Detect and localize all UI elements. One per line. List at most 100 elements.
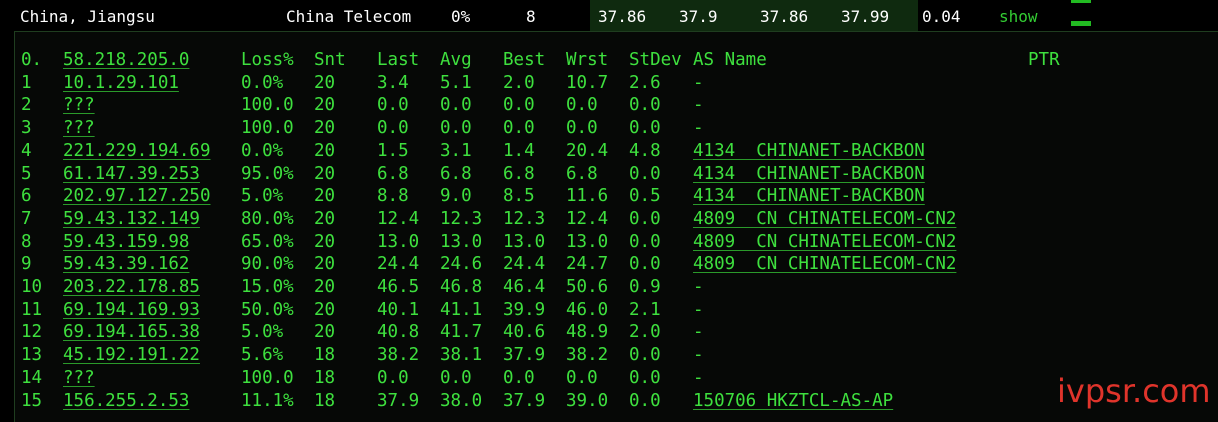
host-ip-link[interactable]: 202.97.127.250 <box>63 185 211 207</box>
header-source-ip[interactable]: 58.218.205.0 <box>63 49 189 71</box>
best-cell: 37.9 <box>503 390 546 411</box>
last-cell: 13.0 <box>377 231 420 252</box>
best-cell: 0.0 <box>503 95 535 116</box>
summary-row: China, Jiangsu China Telecom 0% 8 37.86 … <box>0 0 1218 32</box>
host-ip-link[interactable]: ??? <box>63 94 95 116</box>
last-cell: 24.4 <box>377 254 420 275</box>
header-loss: Loss% <box>241 50 294 70</box>
table-row: 12 69.194.165.38 5.0% 20 40.8 41.7 40.6 48.9 2.0… <box>15 321 1218 343</box>
hop-number: 14 <box>21 367 43 388</box>
avg-cell: 46.8 <box>440 277 483 297</box>
wrst-cell: 11.6 <box>566 186 609 207</box>
summary-isp: China Telecom <box>286 7 412 26</box>
stdev-cell: 2.1 <box>629 299 661 320</box>
as-name-link[interactable]: 4809 CN CHINATELECOM-CN2 <box>693 253 956 275</box>
best-cell: 6.8 <box>503 163 535 184</box>
show-link[interactable]: show <box>999 0 1038 32</box>
wrst-cell: 48.9 <box>566 322 609 343</box>
host-ip-link[interactable]: 10.1.29.101 <box>63 72 179 94</box>
as-name-link[interactable]: 4809 CN CHINATELECOM-CN2 <box>693 231 956 253</box>
host-ip-link[interactable]: ??? <box>63 367 95 389</box>
host-ip-link[interactable]: 59.43.132.149 <box>63 208 200 230</box>
stdev-cell: 0.0 <box>629 163 661 184</box>
as-name-link[interactable]: 4134 CHINANET-BACKBON <box>693 140 925 162</box>
header-hop: 0. <box>21 50 43 70</box>
host-ip-link[interactable]: 69.194.169.93 <box>63 299 200 321</box>
header-snt: Snt <box>314 50 346 70</box>
summary-location: China, Jiangsu <box>20 7 155 26</box>
wrst-cell: 12.4 <box>566 208 609 229</box>
avg-cell: 41.1 <box>440 299 483 320</box>
stdev-cell: 0.0 <box>629 208 661 229</box>
hop-number: 7 <box>21 208 32 229</box>
stdev-cell: 0.0 <box>629 118 661 139</box>
avg-cell: 3.1 <box>440 140 472 161</box>
best-cell: 13.0 <box>503 231 546 252</box>
hop-number: 6 <box>21 186 32 207</box>
host-ip-link[interactable]: 61.147.39.253 <box>63 163 200 185</box>
table-row: 6 202.97.127.250 5.0% 20 8.8 9.0 8.5 11.6 0.5 413… <box>15 185 1218 207</box>
snt-cell: 20 <box>314 118 336 139</box>
host-ip-link[interactable]: 69.194.165.38 <box>63 321 200 343</box>
hop-number: 2 <box>21 95 32 116</box>
loss-cell: 5.0% <box>241 322 284 343</box>
table-row: 11 69.194.169.93 50.0% 20 40.1 41.1 39.9 46.0 2.… <box>15 299 1218 321</box>
stdev-cell: 2.6 <box>629 72 661 93</box>
snt-cell: 20 <box>314 322 336 343</box>
best-cell: 0.0 <box>503 367 535 388</box>
as-name-link[interactable]: 150706 HKZTCL-AS-AP <box>693 390 893 412</box>
loss-cell: 100.0 <box>241 118 294 139</box>
hop-number: 1 <box>21 72 32 93</box>
host-ip-link[interactable]: 203.22.178.85 <box>63 276 200 298</box>
last-cell: 1.5 <box>377 140 409 161</box>
header-best: Best <box>503 50 546 70</box>
stdev-cell: 0.0 <box>629 254 661 275</box>
host-ip-link[interactable]: 221.229.194.69 <box>63 140 211 162</box>
header-stdev: StDev <box>629 50 682 70</box>
table-header-row: 0. 58.218.205.0 Loss% Snt Last Avg Best … <box>15 49 1218 71</box>
wrst-cell: 0.0 <box>566 118 598 139</box>
avg-cell: 41.7 <box>440 322 483 343</box>
host-ip-link[interactable]: ??? <box>63 117 95 139</box>
avg-cell: 9.0 <box>440 186 472 207</box>
wrst-cell: 0.0 <box>566 95 598 116</box>
snt-cell: 20 <box>314 254 336 275</box>
hop-number: 13 <box>21 345 43 366</box>
avg-cell: 0.0 <box>440 118 472 139</box>
table-row: 15 156.255.2.53 11.1% 18 37.9 38.0 37.9 39.0 0.0… <box>15 390 1218 412</box>
as-name-link[interactable]: 4809 CN CHINATELECOM-CN2 <box>693 208 956 230</box>
stdev-cell: 0.0 <box>629 390 661 411</box>
summary-loss: 0% <box>451 7 471 26</box>
stdev-cell: 0.9 <box>629 277 661 297</box>
snt-cell: 20 <box>314 277 336 297</box>
snt-cell: 20 <box>314 299 336 320</box>
avg-cell: 0.0 <box>440 367 472 388</box>
table-row: 3??? 100.0 20 0.0 0.0 0.0 0.0 0.0 - <box>15 117 1218 139</box>
as-name-link: - <box>693 345 704 366</box>
host-ip-link[interactable]: 59.43.159.98 <box>63 231 189 253</box>
best-cell: 24.4 <box>503 254 546 275</box>
table-row: 9 59.43.39.162 90.0% 20 24.4 24.6 24.4 24.7 0.0 4… <box>15 253 1218 275</box>
host-ip-link[interactable]: 59.43.39.162 <box>63 253 189 275</box>
as-name-link: - <box>693 367 704 388</box>
wrst-cell: 13.0 <box>566 231 609 252</box>
avg-cell: 5.1 <box>440 72 472 93</box>
snt-cell: 20 <box>314 208 336 229</box>
snt-cell: 20 <box>314 231 336 252</box>
best-cell: 1.4 <box>503 140 535 161</box>
as-name-link[interactable]: 4134 CHINANET-BACKBON <box>693 185 925 207</box>
table-row: 14??? 100.0 18 0.0 0.0 0.0 0.0 0.0 - <box>15 367 1218 389</box>
watermark-logo: ivpsr.com <box>1057 372 1211 410</box>
last-cell: 0.0 <box>377 367 409 388</box>
as-name-link[interactable]: 4134 CHINANET-BACKBON <box>693 163 925 185</box>
avg-cell: 6.8 <box>440 163 472 184</box>
wrst-cell: 24.7 <box>566 254 609 275</box>
host-ip-link[interactable]: 45.192.191.22 <box>63 344 200 366</box>
avg-cell: 0.0 <box>440 95 472 116</box>
table-row: 13 45.192.191.22 5.6% 18 38.2 38.1 37.9 38.2 0.0… <box>15 344 1218 366</box>
snt-cell: 18 <box>314 345 336 366</box>
host-ip-link[interactable]: 156.255.2.53 <box>63 390 189 412</box>
last-cell: 8.8 <box>377 186 409 207</box>
snt-cell: 20 <box>314 140 336 161</box>
summary-sent: 8 <box>526 7 536 26</box>
